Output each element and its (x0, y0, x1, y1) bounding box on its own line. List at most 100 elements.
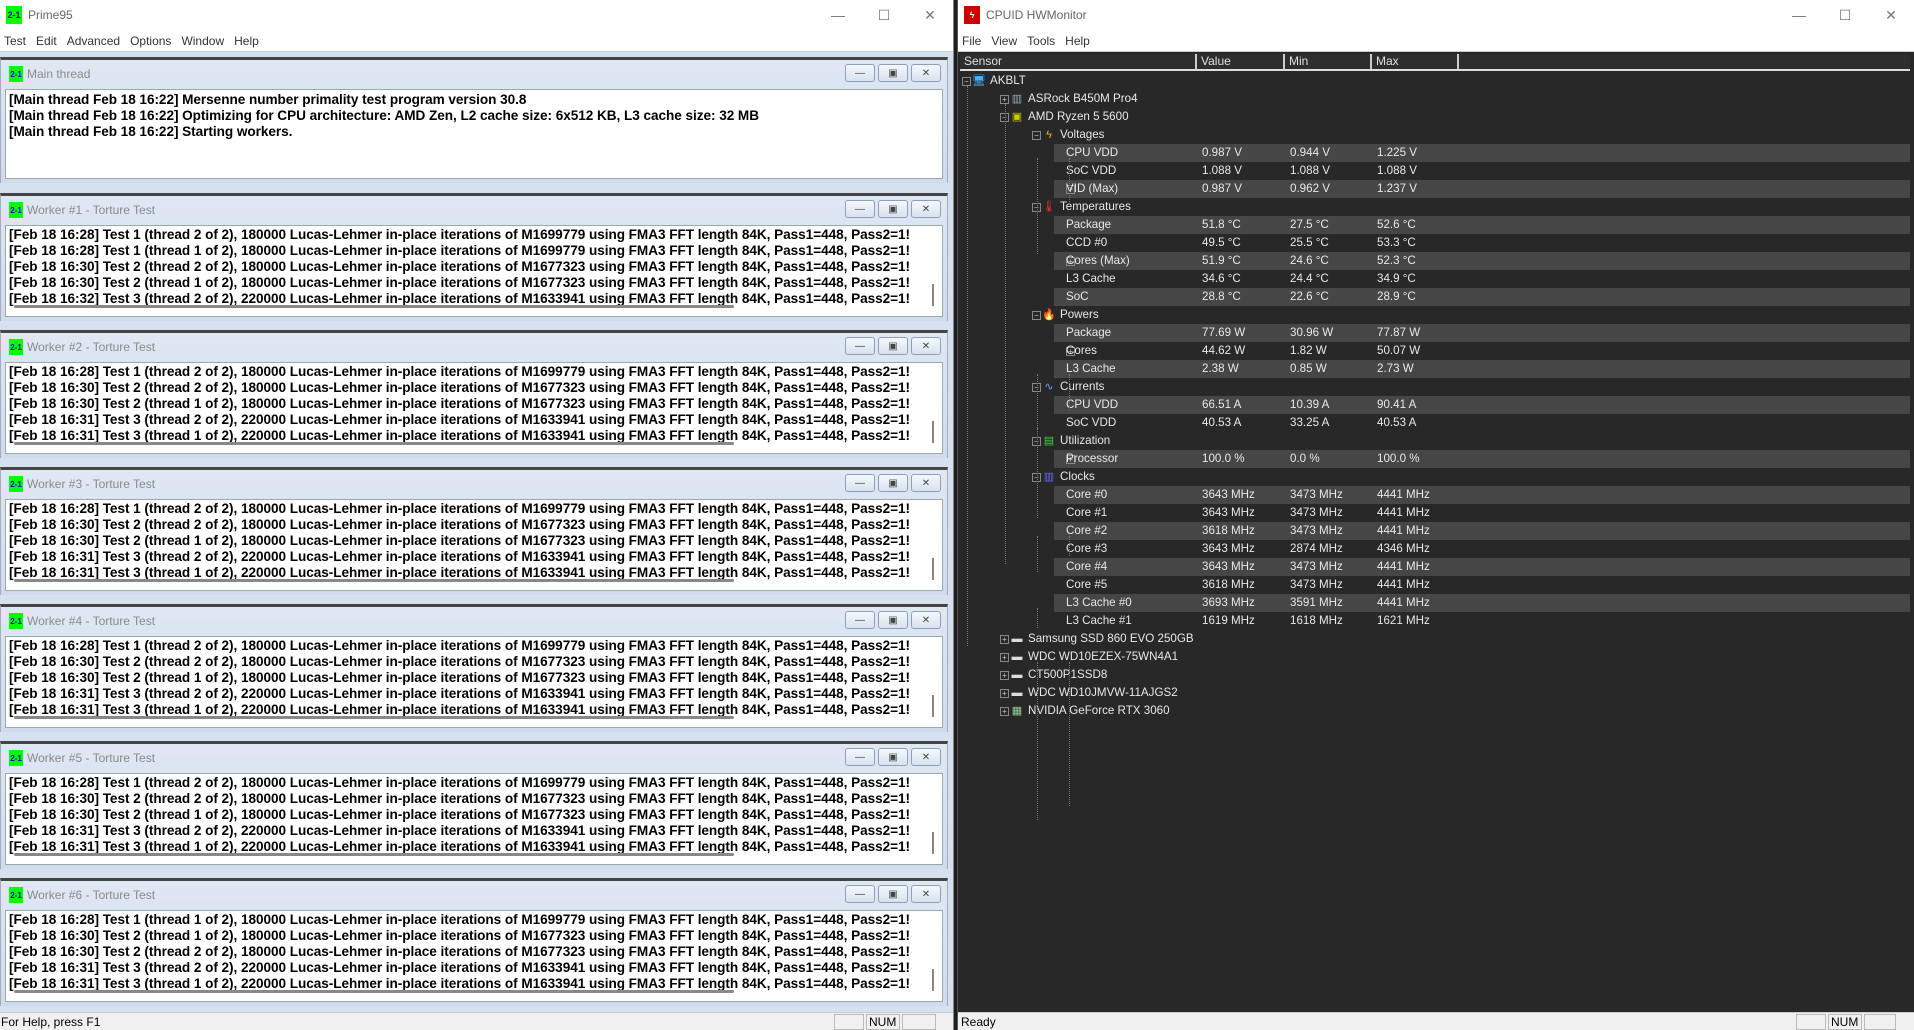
sensor-row[interactable]: L3 Cache 34.6 °C 24.4 °C 34.9 °C (960, 270, 1910, 288)
child-restore-button[interactable]: ▣ (878, 64, 908, 82)
log-text-area[interactable]: [Main thread Feb 18 16:22] Mersenne numb… (5, 89, 943, 179)
tree-node[interactable]: + ▬ WDC WD10EZEX-75WN4A1 (960, 648, 1910, 666)
expand-icon[interactable]: + (1000, 671, 1009, 680)
menu-help[interactable]: Help (230, 34, 265, 48)
log-text-area[interactable]: [Feb 18 16:28] Test 1 (thread 2 of 2), 1… (5, 636, 943, 728)
log-text-area[interactable]: [Feb 18 16:28] Test 1 (thread 1 of 2), 1… (5, 910, 943, 1002)
collapse-icon[interactable]: − (1032, 131, 1041, 140)
sensor-row[interactable]: SoC 28.8 °C 22.6 °C 28.9 °C (960, 288, 1910, 306)
column-max[interactable]: Max (1372, 54, 1459, 69)
child-close-button[interactable]: ✕ (911, 337, 941, 355)
sensor-row[interactable]: + Cores 44.62 W 1.82 W 50.07 W (960, 342, 1910, 360)
child-restore-button[interactable]: ▣ (878, 748, 908, 766)
tree-node[interactable]: + ▬ CT500P1SSD8 (960, 666, 1910, 684)
child-restore-button[interactable]: ▣ (878, 885, 908, 903)
sensor-row[interactable]: Package 77.69 W 30.96 W 77.87 W (960, 324, 1910, 342)
menu-file[interactable]: File (958, 34, 987, 48)
sensor-row[interactable]: CPU VDD 0.987 V 0.944 V 1.225 V (960, 144, 1910, 162)
expand-icon[interactable]: + (1000, 689, 1009, 698)
horizontal-scrollbar[interactable] (14, 305, 734, 308)
sensor-row[interactable]: SoC VDD 1.088 V 1.088 V 1.088 V (960, 162, 1910, 180)
log-text-area[interactable]: [Feb 18 16:28] Test 1 (thread 2 of 2), 1… (5, 499, 943, 591)
sensor-row[interactable]: SoC VDD 40.53 A 33.25 A 40.53 A (960, 414, 1910, 432)
column-min[interactable]: Min (1285, 54, 1372, 69)
menu-view[interactable]: View (987, 34, 1023, 48)
collapse-icon[interactable]: − (1032, 311, 1041, 320)
minimize-icon[interactable]: — (815, 0, 861, 30)
tree-node[interactable]: − 🌡 Temperatures (960, 198, 1910, 216)
expand-icon[interactable]: + (1000, 653, 1009, 662)
log-text-area[interactable]: [Feb 18 16:28] Test 1 (thread 2 of 2), 1… (5, 225, 943, 317)
maximize-icon[interactable]: ☐ (1822, 0, 1868, 30)
sensor-row[interactable]: Core #5 3618 MHz 3473 MHz 4441 MHz (960, 576, 1910, 594)
menu-options[interactable]: Options (126, 34, 177, 48)
child-close-button[interactable]: ✕ (911, 64, 941, 82)
close-icon[interactable]: ✕ (907, 0, 953, 30)
child-close-button[interactable]: ✕ (911, 748, 941, 766)
vertical-scrollbar[interactable] (932, 421, 934, 443)
horizontal-scrollbar[interactable] (14, 853, 734, 856)
sensor-row[interactable]: L3 Cache #1 1619 MHz 1618 MHz 1621 MHz (960, 612, 1910, 630)
horizontal-scrollbar[interactable] (14, 990, 734, 993)
sensor-row[interactable]: CPU VDD 66.51 A 10.39 A 90.41 A (960, 396, 1910, 414)
sensor-row[interactable]: Package 51.8 °C 27.5 °C 52.6 °C (960, 216, 1910, 234)
tree-node[interactable]: + ▬ Samsung SSD 860 EVO 250GB (960, 630, 1910, 648)
child-minimize-button[interactable]: — (845, 611, 875, 629)
horizontal-scrollbar[interactable] (14, 579, 734, 582)
tree-node[interactable]: + ▦ NVIDIA GeForce RTX 3060 (960, 702, 1910, 720)
expand-icon[interactable]: + (1000, 707, 1009, 716)
tree-node[interactable]: − ∿ Currents (960, 378, 1910, 396)
menu-tools[interactable]: Tools (1023, 34, 1061, 48)
tree-node[interactable]: − ▤ Utilization (960, 432, 1910, 450)
vertical-scrollbar[interactable] (932, 695, 934, 717)
child-close-button[interactable]: ✕ (911, 200, 941, 218)
child-minimize-button[interactable]: — (845, 748, 875, 766)
tree-node[interactable]: − ▣ AMD Ryzen 5 5600 (960, 108, 1910, 126)
vertical-scrollbar[interactable] (932, 284, 934, 306)
tree-node[interactable]: − ▥ Clocks (960, 468, 1910, 486)
expand-icon[interactable]: + (1000, 635, 1009, 644)
tree-node[interactable]: + ▬ WDC WD10JMVW-11AJGS2 (960, 684, 1910, 702)
child-restore-button[interactable]: ▣ (878, 337, 908, 355)
collapse-icon[interactable]: − (962, 77, 971, 86)
tree-node[interactable]: − 🔥 Powers (960, 306, 1910, 324)
tree-node[interactable]: − 🖥 AKBLT (960, 72, 1910, 90)
menu-help[interactable]: Help (1061, 34, 1096, 48)
sensor-row[interactable]: + VID (Max) 0.987 V 0.962 V 1.237 V (960, 180, 1910, 198)
sensor-row[interactable]: L3 Cache 2.38 W 0.85 W 2.73 W (960, 360, 1910, 378)
sensor-row[interactable]: + Cores (Max) 51.9 °C 24.6 °C 52.3 °C (960, 252, 1910, 270)
child-minimize-button[interactable]: — (845, 64, 875, 82)
log-text-area[interactable]: [Feb 18 16:28] Test 1 (thread 2 of 2), 1… (5, 773, 943, 865)
minimize-icon[interactable]: — (1776, 0, 1822, 30)
child-close-button[interactable]: ✕ (911, 885, 941, 903)
vertical-scrollbar[interactable] (932, 969, 934, 991)
expand-icon[interactable]: + (1000, 95, 1009, 104)
column-sensor[interactable]: Sensor (960, 54, 1197, 69)
log-text-area[interactable]: [Feb 18 16:28] Test 1 (thread 2 of 2), 1… (5, 362, 943, 454)
sensor-row[interactable]: CCD #0 49.5 °C 25.5 °C 53.3 °C (960, 234, 1910, 252)
sensor-row[interactable]: Core #0 3643 MHz 3473 MHz 4441 MHz (960, 486, 1910, 504)
sensor-row[interactable]: Core #2 3618 MHz 3473 MHz 4441 MHz (960, 522, 1910, 540)
sensor-row[interactable]: + Processor 100.0 % 0.0 % 100.0 % (960, 450, 1910, 468)
sensor-row[interactable]: Core #3 3643 MHz 2874 MHz 4346 MHz (960, 540, 1910, 558)
menu-test[interactable]: Test (0, 34, 32, 48)
menu-edit[interactable]: Edit (32, 34, 63, 48)
child-minimize-button[interactable]: — (845, 200, 875, 218)
tree-node[interactable]: + ▥ ASRock B450M Pro4 (960, 90, 1910, 108)
child-minimize-button[interactable]: — (845, 337, 875, 355)
sensor-row[interactable]: L3 Cache #0 3693 MHz 3591 MHz 4441 MHz (960, 594, 1910, 612)
horizontal-scrollbar[interactable] (14, 716, 734, 719)
child-restore-button[interactable]: ▣ (878, 200, 908, 218)
child-minimize-button[interactable]: — (845, 474, 875, 492)
child-restore-button[interactable]: ▣ (878, 474, 908, 492)
horizontal-scrollbar[interactable] (14, 442, 734, 445)
close-icon[interactable]: ✕ (1868, 0, 1914, 30)
vertical-scrollbar[interactable] (932, 832, 934, 854)
vertical-scrollbar[interactable] (932, 558, 934, 580)
child-close-button[interactable]: ✕ (911, 611, 941, 629)
maximize-icon[interactable]: ☐ (861, 0, 907, 30)
child-minimize-button[interactable]: — (845, 885, 875, 903)
menu-advanced[interactable]: Advanced (63, 34, 126, 48)
child-restore-button[interactable]: ▣ (878, 611, 908, 629)
sensor-row[interactable]: Core #1 3643 MHz 3473 MHz 4441 MHz (960, 504, 1910, 522)
